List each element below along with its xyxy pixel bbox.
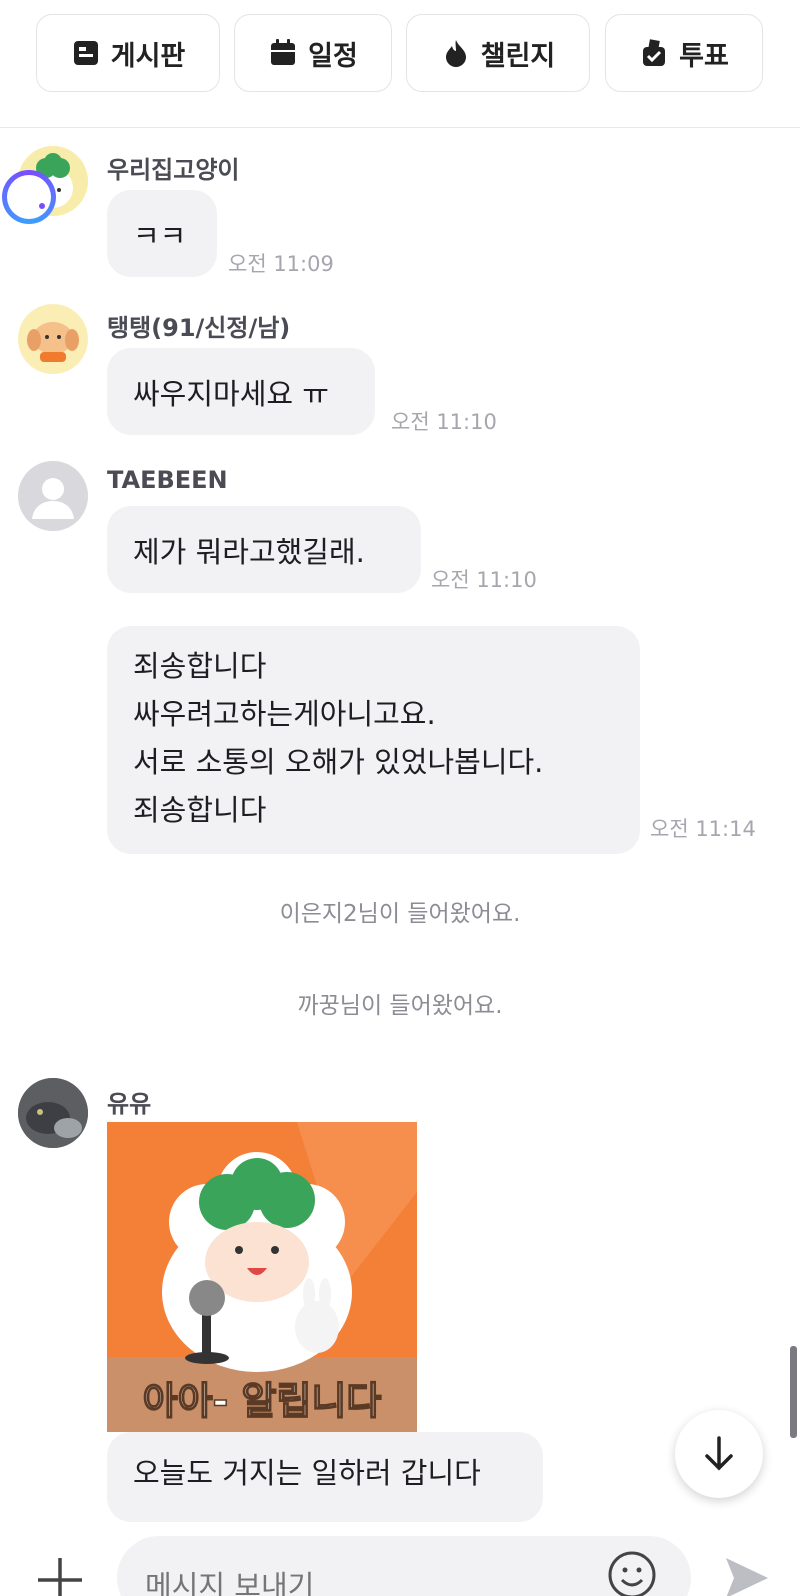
- message-line: 죄송합니다: [133, 793, 267, 827]
- tab-challenge-label: 챌린지: [480, 40, 556, 72]
- system-notice: 까꿍님이 들어왔어요.: [297, 993, 503, 1019]
- message-composer: [0, 1524, 800, 1596]
- chat-message-list[interactable]: 우리집고양이 ㅋㅋ 오전 11:09 탱탱(91/신정/남) 싸우지마세요 ㅠ …: [0, 128, 800, 1524]
- tab-vote[interactable]: 투표: [605, 14, 763, 92]
- tab-board[interactable]: 게시판: [36, 14, 220, 92]
- vote-box-icon: [643, 39, 666, 66]
- message-line: 싸우려고하는게아니고요.: [133, 697, 436, 731]
- emoji-icon[interactable]: [607, 1550, 657, 1596]
- send-icon[interactable]: [722, 1554, 772, 1596]
- message-time: 오전 11:10: [431, 568, 537, 592]
- tab-board-label: 게시판: [110, 40, 186, 72]
- tab-vote-label: 투표: [679, 40, 729, 72]
- board-icon: [73, 41, 98, 65]
- message-bubble[interactable]: 싸우지마세요 ㅠ: [107, 348, 375, 435]
- message-input[interactable]: [117, 1536, 691, 1596]
- tab-schedule-label: 일정: [308, 40, 358, 72]
- cat-photo-avatar-icon: [18, 1078, 88, 1148]
- arrow-down-icon: [705, 1436, 733, 1471]
- system-notice: 이은지2님이 들어왔어요.: [279, 901, 521, 927]
- message-time: 오전 11:10: [391, 410, 497, 434]
- plus-icon[interactable]: [32, 1552, 88, 1596]
- scrollbar-thumb[interactable]: [790, 1346, 797, 1438]
- avatar-user-2[interactable]: [18, 304, 88, 374]
- avatar-user-3[interactable]: [18, 461, 88, 531]
- sender-name: 탱탱(91/신정/남): [107, 314, 291, 342]
- sender-name: 유유: [107, 1090, 152, 1118]
- message-time: 오전 11:09: [228, 252, 334, 276]
- top-tab-bar: 게시판 일정 챌린지 투표: [0, 0, 800, 128]
- message-line: 서로 소통의 오해가 있었나봅니다.: [133, 745, 544, 779]
- sender-name: 우리집고양이: [107, 156, 240, 184]
- sticker-image[interactable]: 아아- 알립니다: [107, 1122, 417, 1432]
- puppy-avatar-icon: [27, 322, 79, 362]
- tab-challenge[interactable]: 챌린지: [406, 14, 590, 92]
- scroll-to-bottom-button[interactable]: [675, 1410, 763, 1498]
- default-profile-icon: [32, 478, 74, 519]
- calendar-icon: [271, 39, 296, 65]
- message-bubble-multiline[interactable]: 죄송합니다 싸우려고하는게아니고요. 서로 소통의 오해가 있었나봅니다. 죄송…: [107, 626, 640, 854]
- message-bubble[interactable]: 제가 뭐라고했길래.: [107, 506, 421, 593]
- message-bubble[interactable]: 오늘도 거지는 일하러 갑니다: [107, 1432, 543, 1522]
- avatar-user-4[interactable]: [18, 1078, 88, 1148]
- message-bubble[interactable]: ㅋㅋ: [107, 190, 217, 277]
- floating-bubble-overlay[interactable]: [2, 170, 56, 224]
- flame-icon: [445, 40, 466, 67]
- sticker-caption: 아아- 알립니다: [142, 1378, 382, 1424]
- sender-name: TAEBEEN: [107, 466, 228, 494]
- message-line: 죄송합니다: [133, 649, 267, 683]
- message-time: 오전 11:14: [650, 817, 756, 841]
- tab-schedule[interactable]: 일정: [234, 14, 392, 92]
